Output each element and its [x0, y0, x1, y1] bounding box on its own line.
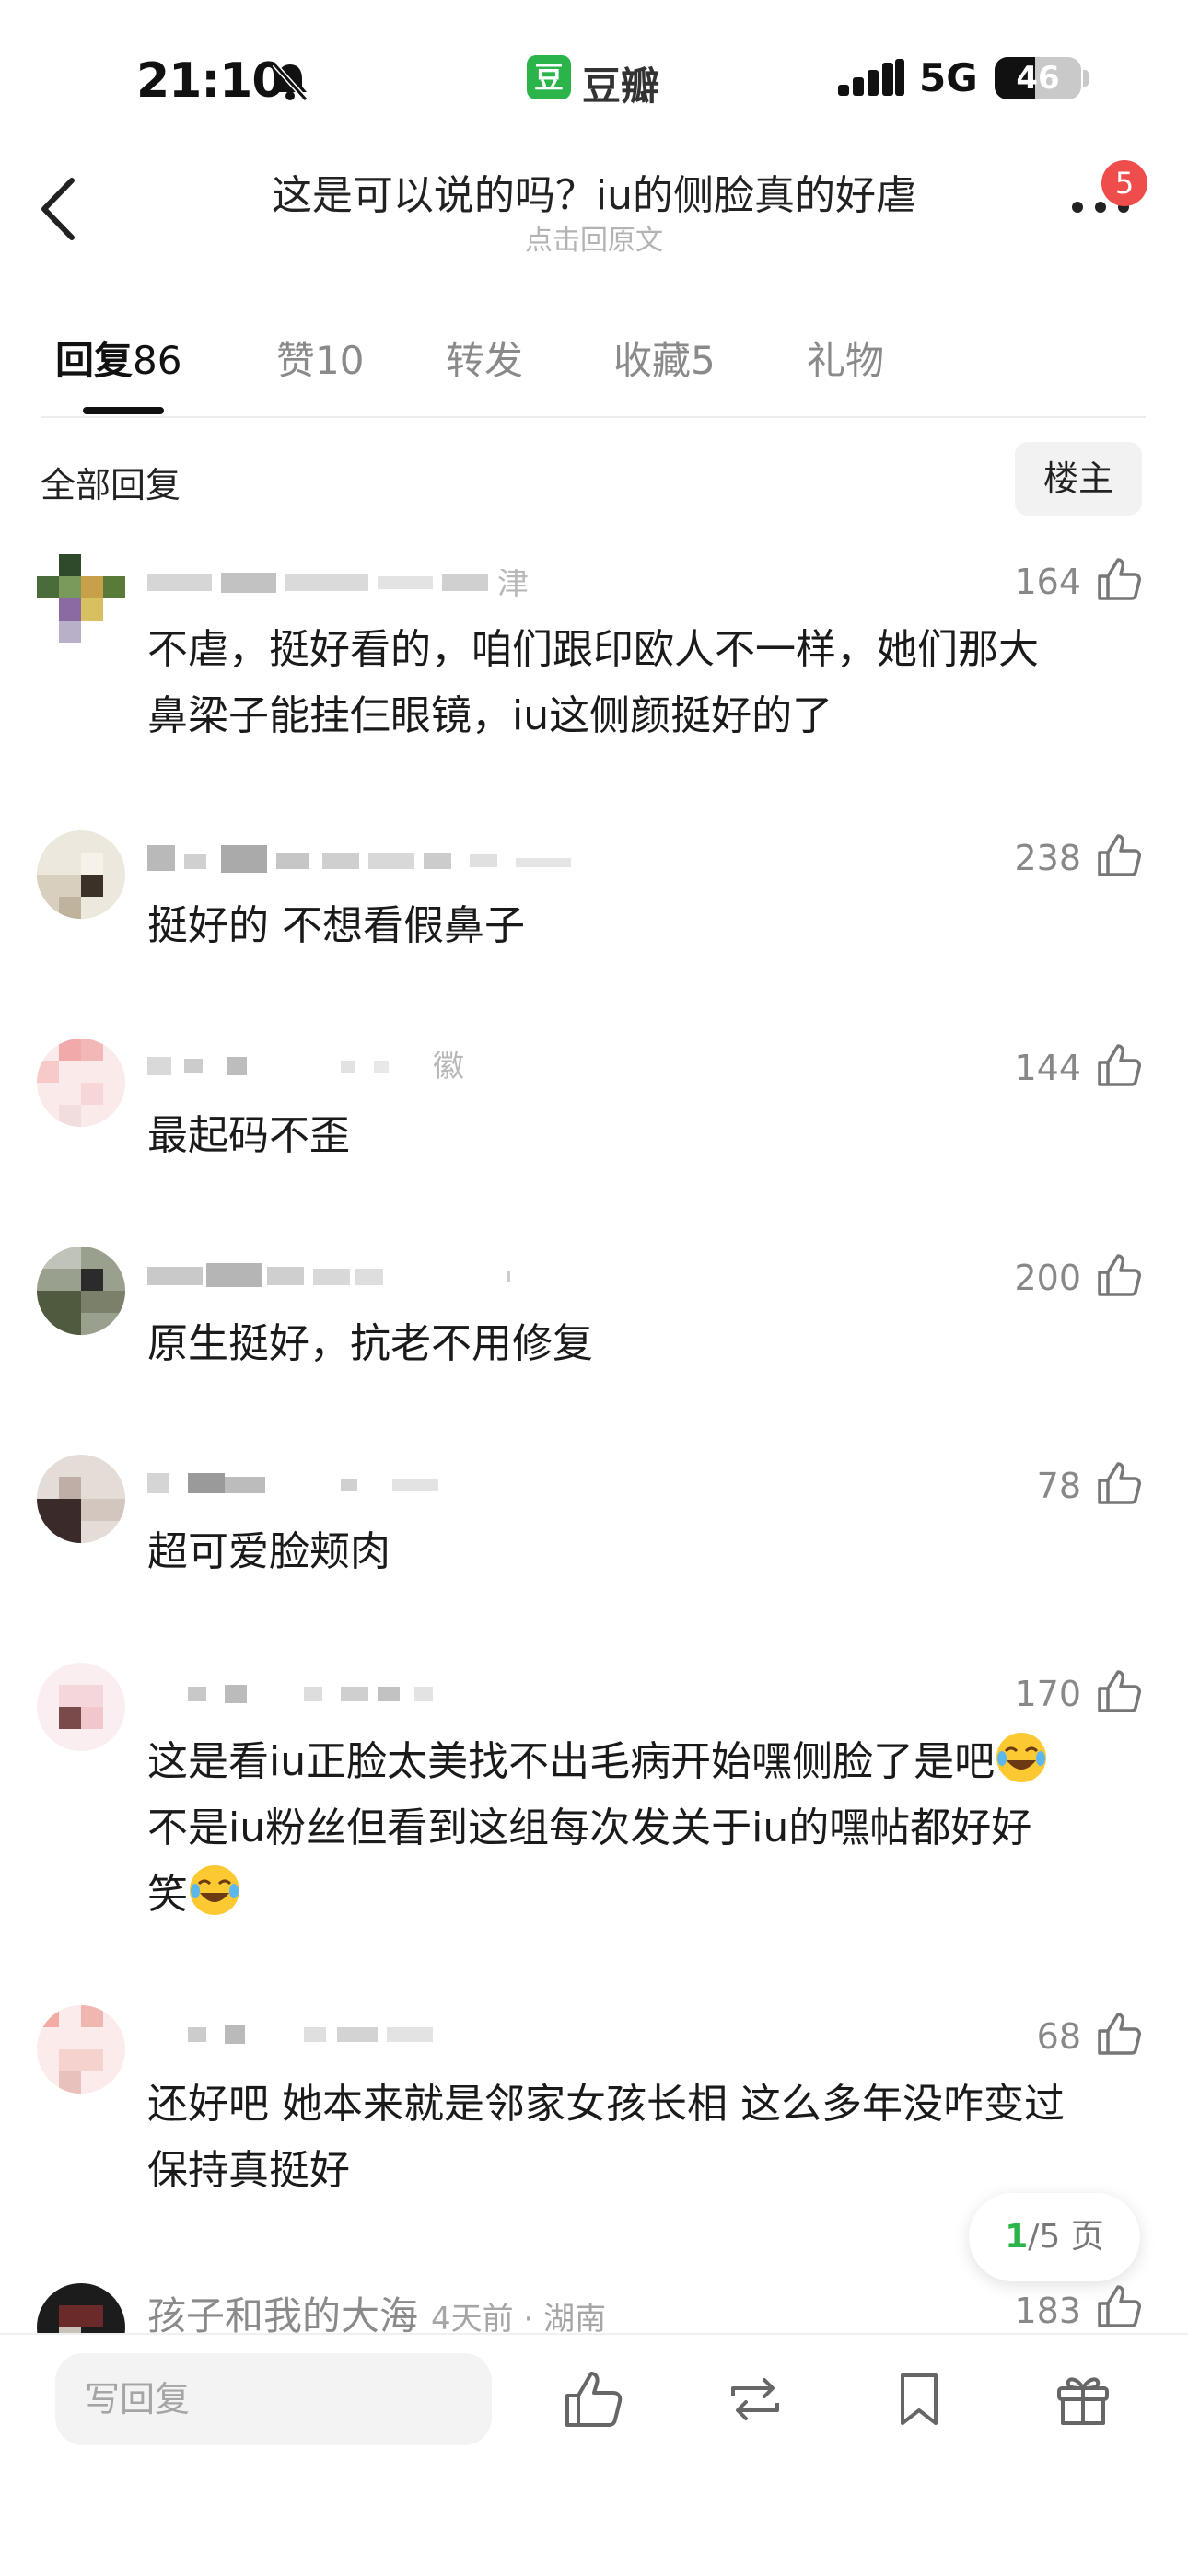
comment-line: 原生挺好，抗老不用修复 — [147, 1320, 593, 1367]
tab-replies[interactable]: 回复86 — [55, 330, 181, 386]
repost-icon[interactable] — [724, 2368, 786, 2431]
total-pages: /5 页 — [1028, 2218, 1104, 2256]
avatar[interactable] — [37, 1663, 125, 1751]
thumbs-up-icon[interactable] — [1096, 832, 1142, 878]
app-name: 豆瓣 — [582, 64, 660, 109]
avatar[interactable] — [37, 554, 125, 643]
thumbs-up-icon[interactable] — [1096, 1042, 1142, 1088]
joy-emoji-icon — [996, 1733, 1047, 1782]
username-masked[interactable] — [147, 2020, 497, 2048]
page-indicator[interactable]: 1/5 页 — [969, 2193, 1140, 2281]
like-count: 78 — [1036, 1466, 1081, 1506]
tab-label: 转发 — [446, 338, 524, 383]
like-count: 68 — [1036, 2016, 1081, 2057]
comment-line: 不虐，挺好看的，咱们跟印欧人不一样，她们那大 — [147, 626, 1039, 673]
reply-input[interactable] — [55, 2353, 492, 2445]
avatar[interactable] — [37, 2005, 125, 2094]
active-tab-indicator — [83, 407, 164, 414]
back-icon[interactable] — [37, 175, 83, 243]
thumbs-up-icon[interactable] — [1096, 2011, 1142, 2057]
comment-body: 不虐，挺好看的，咱们跟印欧人不一样，她们那大 鼻梁子能挂仨眼镜，iu这侧颜挺好的… — [147, 617, 1142, 749]
comment-line: 超可爱脸颊肉 — [147, 1528, 390, 1575]
tab-collections[interactable]: 收藏5 — [613, 330, 716, 386]
tab-reposts[interactable]: 转发 — [446, 330, 523, 386]
comment-body: 原生挺好，抗老不用修复 — [147, 1311, 1142, 1377]
comment-line-text: 笑 — [147, 1871, 188, 1918]
tab-likes[interactable]: 赞10 — [276, 330, 364, 386]
back-to-post-link[interactable]: 点击回原文 — [184, 217, 1004, 258]
battery-cap — [1083, 70, 1089, 87]
thumbs-up-icon[interactable] — [1096, 2283, 1142, 2329]
tab-label: 赞 — [276, 338, 316, 383]
like-count: 200 — [1014, 1258, 1081, 1298]
comment-meta: 4天前 · 湖南 — [431, 2301, 607, 2338]
status-time: 21:10 — [136, 53, 285, 109]
comment-body: 超可爱脸颊肉 — [147, 1519, 1142, 1585]
thumbs-up-icon[interactable] — [1096, 1460, 1142, 1506]
comment-body: 还好吧 她本来就是邻家女孩长相 这么多年没咋变过 保持真挺好 — [147, 2071, 1142, 2204]
avatar[interactable] — [37, 1247, 125, 1335]
tab-count: 86 — [133, 338, 182, 383]
svg-text:徽: 徽 — [433, 1051, 464, 1079]
thumbs-up-icon[interactable] — [1096, 1252, 1142, 1298]
username-masked[interactable]: 津 — [147, 569, 571, 597]
like-count: 144 — [1014, 1048, 1081, 1088]
app-logo-badge: 豆 — [527, 55, 571, 99]
like-count: 170 — [1014, 1674, 1081, 1714]
avatar[interactable] — [37, 1039, 125, 1127]
current-page: 1 — [1005, 2218, 1029, 2256]
comment-line: 鼻梁子能挂仨眼镜，iu这侧颜挺好的了 — [147, 692, 833, 739]
like-count: 238 — [1014, 838, 1081, 878]
like-icon[interactable] — [562, 2368, 624, 2431]
network-type: 5G — [919, 55, 978, 100]
gift-icon[interactable] — [1052, 2368, 1114, 2431]
comment-line: 这是看iu正脸太美找不出毛病开始嘿侧脸了是吧 — [147, 1729, 1142, 1795]
tab-label: 回复 — [55, 338, 134, 383]
comment-line: 最起码不歪 — [147, 1112, 350, 1159]
username-text[interactable]: 孩子和我的大海 — [147, 2293, 418, 2338]
comment-line: 还好吧 她本来就是邻家女孩长相 这么多年没咋变过 — [147, 2081, 1065, 2128]
tabs-divider — [41, 416, 1146, 418]
tab-count: 5 — [691, 338, 716, 383]
comment-body: 最起码不歪 — [147, 1103, 1142, 1169]
notification-badge: 5 — [1101, 160, 1147, 206]
comment-line: 保持真挺好 — [147, 2147, 350, 2194]
like-count: 164 — [1014, 562, 1081, 602]
battery-level: 46 — [1016, 60, 1060, 97]
thumbs-up-icon[interactable] — [1096, 1668, 1142, 1714]
avatar[interactable] — [37, 1455, 125, 1543]
comment-line-text: 这是看iu正脸太美找不出毛病开始嘿侧脸了是吧 — [147, 1738, 996, 1785]
username-masked[interactable] — [147, 1469, 497, 1497]
joy-emoji-icon — [190, 1865, 239, 1915]
all-replies-filter[interactable]: 全部回复 — [41, 457, 181, 507]
thumbs-up-icon[interactable] — [1096, 556, 1142, 602]
comment-line: 不是iu粉丝但看到这组每次发关于iu的嘿帖都好好 — [147, 1804, 1032, 1851]
like-count: 183 — [1014, 2291, 1081, 2331]
comment-body: 这是看iu正脸太美找不出毛病开始嘿侧脸了是吧 不是iu粉丝但看到这组每次发关于i… — [147, 1729, 1142, 1928]
comment-line: 笑 — [147, 1862, 1142, 1928]
tab-label: 收藏 — [613, 338, 692, 383]
username-masked[interactable] — [147, 1679, 497, 1707]
signal-icon — [838, 59, 904, 96]
tab-count: 10 — [315, 338, 365, 383]
comment-line: 挺好的 不想看假鼻子 — [147, 902, 525, 949]
username-masked[interactable] — [147, 845, 626, 873]
username-masked[interactable]: 徽 — [147, 1051, 516, 1079]
bell-slash-icon — [272, 62, 309, 101]
avatar[interactable] — [37, 830, 125, 919]
tab-gifts[interactable]: 礼物 — [807, 330, 884, 386]
post-title[interactable]: 这是可以说的吗？iu的侧脸真的好虐 — [184, 162, 1004, 221]
username-masked[interactable] — [147, 1261, 534, 1289]
tab-label: 礼物 — [807, 338, 885, 383]
svg-text:津: 津 — [497, 569, 529, 597]
bookmark-icon[interactable] — [888, 2368, 950, 2431]
comment-body: 挺好的 不想看假鼻子 — [147, 893, 1142, 959]
owner-only-button[interactable]: 楼主 — [1015, 442, 1142, 516]
